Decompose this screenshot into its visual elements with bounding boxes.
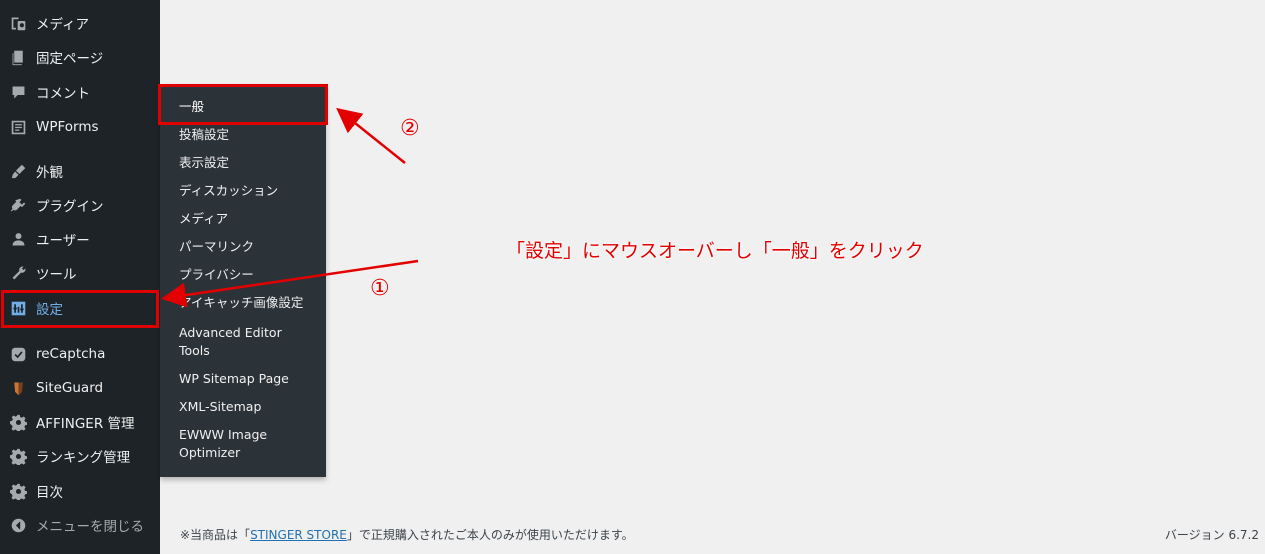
sidebar-item-settings[interactable]: 設定	[0, 291, 160, 325]
sidebar-item-label: メディア	[36, 17, 90, 33]
footer-notice: ※当商品は「STINGER STORE」で正規購入されたご本人のみが使用いただけ…	[180, 526, 634, 543]
sidebar-item-comments[interactable]: コメント	[0, 75, 160, 109]
sidebar-item-label: コメント	[36, 86, 90, 102]
check-shield-icon	[8, 344, 28, 364]
collapse-menu-label: メニューを閉じる	[36, 519, 144, 535]
plugin-icon	[8, 195, 28, 215]
submenu-item-advanced-editor-tools[interactable]: Advanced Editor Tools	[179, 324, 299, 360]
admin-sidebar: メディア 固定ページ コメント WPForms 外観 プラグイン ユーザー ツー…	[0, 0, 160, 554]
wpforms-icon	[8, 117, 28, 137]
gear-icon	[8, 481, 28, 501]
sidebar-item-label: reCaptcha	[36, 346, 106, 362]
version-text: バージョン 6.7.2	[1164, 528, 1259, 542]
submenu-item-reading[interactable]: 表示設定	[179, 154, 319, 172]
submenu-item-permalinks[interactable]: パーマリンク	[179, 238, 319, 256]
submenu-item-eyecatch[interactable]: アイキャッチ画像設定	[179, 294, 319, 312]
footer-text-before: ※当商品は「	[180, 528, 251, 542]
sidebar-item-tools[interactable]: ツール	[0, 256, 160, 290]
submenu-item-xml-sitemap[interactable]: XML-Sitemap	[179, 398, 319, 416]
settings-icon	[8, 298, 28, 318]
gear-icon	[8, 446, 28, 466]
siteguard-shield-icon	[8, 378, 28, 398]
wrench-icon	[8, 263, 28, 283]
submenu-item-general[interactable]: 一般	[179, 98, 319, 116]
instruction-text: 「設定」にマウスオーバーし「一般」をクリック	[506, 240, 924, 262]
sidebar-item-appearance[interactable]: 外観	[0, 154, 160, 188]
sidebar-item-recaptcha[interactable]: reCaptcha	[0, 337, 160, 371]
media-icon	[8, 13, 28, 33]
submenu-item-writing[interactable]: 投稿設定	[179, 126, 319, 144]
step-2-marker: ②	[400, 116, 420, 141]
sidebar-item-ranking[interactable]: ランキング管理	[0, 439, 160, 473]
sidebar-item-affinger[interactable]: AFFINGER 管理	[0, 405, 160, 439]
sidebar-item-label: ユーザー	[36, 233, 90, 249]
submenu-item-privacy[interactable]: プライバシー	[179, 266, 319, 284]
sidebar-item-wpforms[interactable]: WPForms	[0, 110, 160, 144]
submenu-item-media[interactable]: メディア	[179, 210, 319, 228]
comment-icon	[8, 82, 28, 102]
sidebar-item-users[interactable]: ユーザー	[0, 222, 160, 256]
sidebar-item-label: ツール	[36, 267, 77, 283]
collapse-arrow-icon	[8, 515, 28, 535]
sidebar-item-label: プラグイン	[36, 199, 104, 215]
step-1-marker: ①	[370, 276, 390, 301]
sidebar-item-label: 目次	[36, 485, 63, 501]
sidebar-item-label: SiteGuard	[36, 380, 104, 396]
collapse-menu-button[interactable]: メニューを閉じる	[0, 508, 160, 542]
sidebar-item-pages[interactable]: 固定ページ	[0, 40, 160, 74]
sidebar-item-label: ランキング管理	[36, 450, 131, 466]
arrow-to-general	[336, 107, 406, 164]
settings-submenu: 一般 投稿設定 表示設定 ディスカッション メディア パーマリンク プライバシー…	[160, 84, 326, 477]
sidebar-item-toc[interactable]: 目次	[0, 474, 160, 508]
sidebar-item-media[interactable]: メディア	[0, 6, 160, 40]
sidebar-item-siteguard[interactable]: SiteGuard	[0, 371, 160, 405]
footer-text-after: 」で正規購入されたご本人のみが使用いただけます。	[346, 528, 634, 542]
sidebar-item-label: 外観	[36, 165, 63, 181]
sidebar-item-label: 設定	[36, 302, 63, 318]
sidebar-item-label: 固定ページ	[36, 51, 104, 67]
submenu-item-ewww-image-optimizer[interactable]: EWWW Image Optimizer	[179, 426, 299, 462]
sidebar-item-plugins[interactable]: プラグイン	[0, 188, 160, 222]
stinger-store-link[interactable]: STINGER STORE	[250, 528, 347, 542]
appearance-brush-icon	[8, 161, 28, 181]
user-icon	[8, 229, 28, 249]
submenu-item-wp-sitemap-page[interactable]: WP Sitemap Page	[179, 370, 319, 388]
submenu-item-discussion[interactable]: ディスカッション	[179, 182, 319, 200]
gear-icon	[8, 412, 28, 432]
page-icon	[8, 47, 28, 67]
sidebar-item-label: AFFINGER 管理	[36, 416, 135, 432]
sidebar-item-label: WPForms	[36, 119, 99, 135]
